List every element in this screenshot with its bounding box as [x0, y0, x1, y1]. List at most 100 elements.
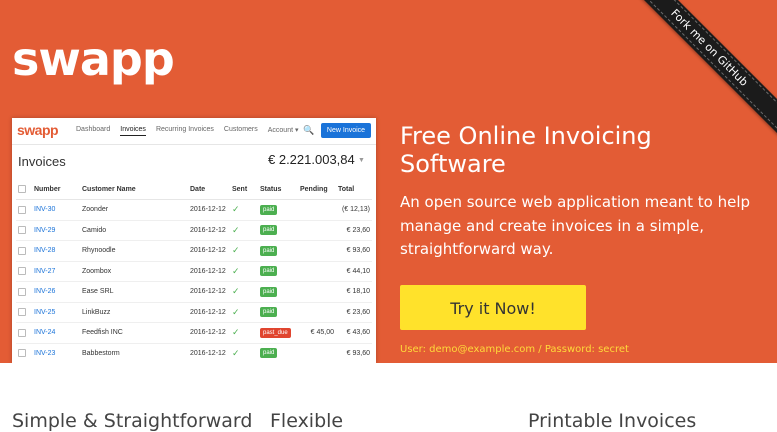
status-badge: paid [260, 245, 278, 256]
col-date: Date [188, 179, 230, 200]
invoices-table: Number Customer Name Date Sent Status Pe… [16, 179, 372, 363]
invoice-date: 2016-12-12 [188, 220, 230, 241]
invoice-date: 2016-12-12 [188, 261, 230, 282]
status-cell: paid [258, 240, 298, 262]
checkbox-icon [18, 308, 26, 317]
invoices-table-body: INV-30 Zoonder 2016-12-12 ✓ paid (€ 12,13) INV… [16, 199, 372, 363]
check-icon: ✓ [232, 347, 240, 358]
pending-amount [298, 343, 336, 363]
status-cell: paid [258, 220, 298, 241]
app-navbar: swapp Dashboard Invoices Recurring Invoi… [12, 118, 376, 145]
feature-printable-title: Printable Invoices [528, 410, 697, 432]
pending-amount [298, 220, 336, 241]
try-it-now-button[interactable]: Try it Now! [400, 285, 586, 330]
status-cell: paid [258, 343, 298, 363]
pending-amount [298, 240, 336, 262]
feature-flexible-title: Flexible [270, 410, 344, 432]
nav-customers: Customers [223, 126, 258, 133]
status-cell: paid [258, 261, 298, 282]
row-select-cell [16, 322, 32, 344]
table-row: INV-29 Camido 2016-12-12 ✓ paid € 23,60 [16, 220, 372, 241]
status-badge: paid [260, 286, 278, 297]
invoice-number: INV-23 [32, 343, 80, 363]
total-amount: € 23,60 [336, 220, 372, 241]
checkbox-icon [18, 349, 26, 358]
total-amount: € 93,60 [336, 240, 372, 262]
customer-name: Camido [80, 220, 188, 241]
status-badge: past_due [260, 327, 291, 338]
pending-amount [298, 281, 336, 303]
col-sent: Sent [230, 179, 258, 200]
check-icon: ✓ [232, 265, 240, 276]
feature-simple-title: Simple & Straightforward [12, 410, 253, 432]
nav-recurring-invoices: Recurring Invoices [155, 126, 214, 133]
app-screenshot: swapp Dashboard Invoices Recurring Invoi… [12, 118, 376, 363]
customer-name: Ease SRL [80, 281, 188, 303]
row-select-cell [16, 240, 32, 262]
invoice-number: INV-24 [32, 322, 80, 344]
total-amount: € 43,60 [336, 322, 372, 344]
invoice-number: INV-25 [32, 302, 80, 323]
check-icon: ✓ [232, 286, 240, 297]
col-status: Status [258, 179, 298, 200]
select-all-cell [16, 179, 32, 200]
invoice-number: INV-27 [32, 261, 80, 282]
status-cell: paid [258, 199, 298, 221]
status-badge: paid [260, 266, 278, 277]
total-amount: € 23,60 [336, 302, 372, 323]
check-icon: ✓ [232, 204, 240, 215]
nav-account: Account ▾ [267, 127, 299, 134]
row-select-cell [16, 281, 32, 303]
invoice-date: 2016-12-12 [188, 343, 230, 363]
checkbox-icon [18, 328, 26, 337]
chevron-down-icon: ▼ [358, 157, 365, 164]
status-badge: paid [260, 348, 278, 359]
invoice-number: INV-30 [32, 199, 80, 221]
pending-amount: € 45,00 [298, 322, 336, 344]
row-select-cell [16, 220, 32, 241]
col-total: Total [336, 179, 372, 200]
status-badge: paid [260, 225, 278, 236]
app-nav-links: Dashboard Invoices Recurring Invoices Cu… [76, 126, 299, 136]
col-number: Number [32, 179, 80, 200]
invoices-total: € 2.221.003,84 [268, 152, 355, 167]
checkbox-icon [18, 246, 26, 255]
table-row: INV-24 Feedfish INC 2016-12-12 ✓ past_due € 4… [16, 322, 372, 344]
row-select-cell [16, 199, 32, 221]
sent-cell: ✓ [230, 343, 258, 363]
nav-invoices: Invoices [120, 126, 146, 136]
total-amount: € 93,60 [336, 343, 372, 363]
customer-name: Babbestorm [80, 343, 188, 363]
status-badge: paid [260, 204, 278, 215]
new-invoice-button: New Invoice [321, 123, 371, 138]
row-select-cell [16, 302, 32, 323]
invoices-title: Invoices [18, 154, 66, 169]
app-header: Invoices € 2.221.003,84 ▼ [12, 145, 376, 179]
status-cell: paid [258, 281, 298, 303]
search-icon: 🔍 [303, 125, 315, 135]
customer-name: Zoombox [80, 261, 188, 282]
sent-cell: ✓ [230, 281, 258, 303]
sent-cell: ✓ [230, 220, 258, 241]
pending-amount [298, 302, 336, 323]
invoice-number: INV-28 [32, 240, 80, 262]
invoice-date: 2016-12-12 [188, 199, 230, 221]
sent-cell: ✓ [230, 261, 258, 282]
checkbox-icon [18, 226, 26, 235]
invoice-date: 2016-12-12 [188, 322, 230, 344]
sent-cell: ✓ [230, 322, 258, 344]
status-cell: paid [258, 302, 298, 323]
table-header-row: Number Customer Name Date Sent Status Pe… [16, 179, 372, 200]
invoice-date: 2016-12-12 [188, 281, 230, 303]
swapp-logo[interactable]: swapp [12, 36, 175, 82]
hero-section: swapp Fork me on GitHub swapp Dashboard … [0, 0, 777, 363]
status-cell: past_due [258, 322, 298, 344]
customer-name: LinkBuzz [80, 302, 188, 323]
col-pending: Pending [298, 179, 336, 200]
total-amount: (€ 12,13) [336, 199, 372, 221]
invoice-number: INV-29 [32, 220, 80, 241]
invoice-date: 2016-12-12 [188, 240, 230, 262]
check-icon: ✓ [232, 306, 240, 317]
row-select-cell [16, 261, 32, 282]
check-icon: ✓ [232, 224, 240, 235]
